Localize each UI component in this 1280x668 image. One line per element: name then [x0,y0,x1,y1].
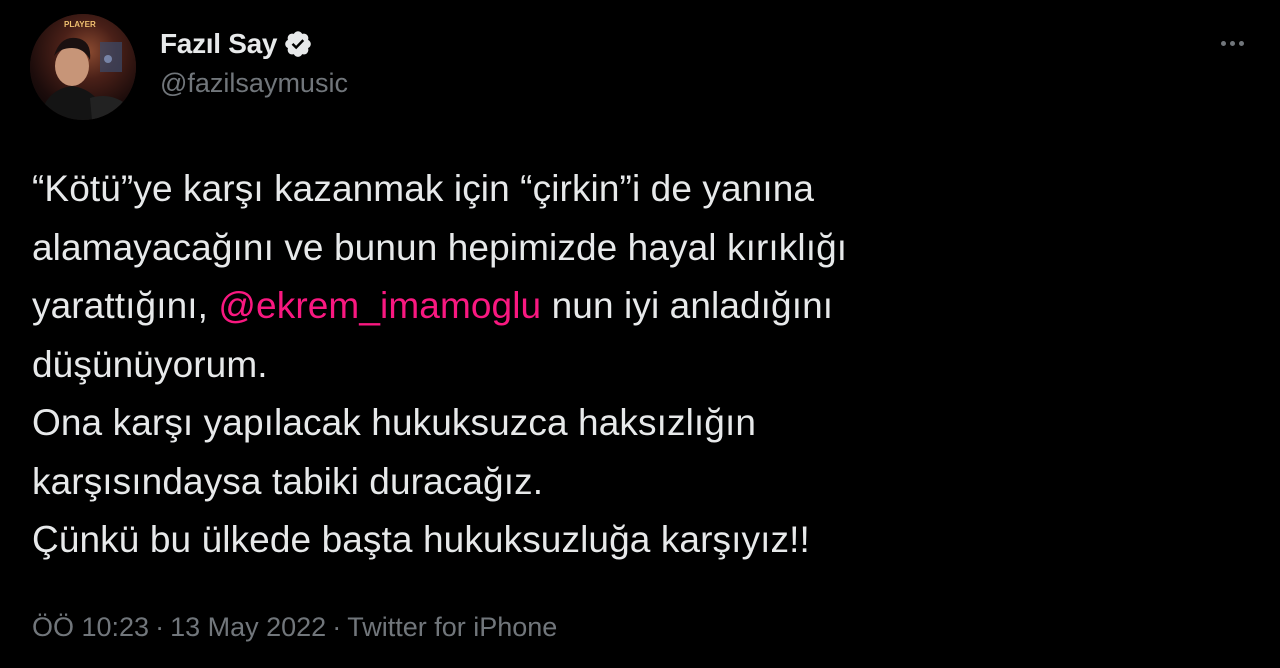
tweet-time[interactable]: ÖÖ 10:23 [32,612,149,642]
meta-separator: · [155,612,165,642]
author-name-row: Fazıl Say [160,26,313,62]
tweet-date[interactable]: 13 May 2022 [170,612,326,642]
mention-link[interactable]: @ekrem_imamoglu [218,285,541,326]
more-dot [1220,40,1226,46]
tweet-meta: ÖÖ 10:23 · 13 May 2022 · Twitter for iPhone [32,612,557,643]
tweet-text-line: “Kötü”ye karşı kazanmak için “çirkin”i d… [32,168,815,209]
author-handle[interactable]: @fazilsaymusic [160,68,348,99]
author-display-name[interactable]: Fazıl Say [160,28,277,60]
verified-badge-icon [283,29,313,59]
avatar[interactable]: PLAYER [30,14,136,120]
tweet-text-line: alamayacağını ve bunun hepimizde hayal k… [32,226,848,268]
tweet-text-line: Ona karşı yapılacak hukuksuzca haksızlığ… [32,402,757,443]
more-dot [1229,40,1235,46]
tweet-text-segment: yarattığını, [32,285,219,326]
tweet-text-line: düşünüyorum. [32,343,268,385]
avatar-sign-text: PLAYER [64,20,96,29]
more-dot [1238,40,1244,46]
tweet-text-line: Çünkü bu ülkede başta hukuksuzluğa karşı… [32,519,810,560]
tweet-text-line: yarattığını, @ekrem_imamoglu nun iyi anl… [32,277,1252,336]
tweet: PLAYER Fazıl Say @fazilsaymusic “Kötü”ye… [0,0,1280,668]
tweet-text-segment: nun iyi anladığını [541,285,834,326]
tweet-text: “Kötü”ye karşı kazanmak için “çirkin”i d… [32,160,1252,570]
avatar-photo: PLAYER [30,14,136,120]
tweet-source[interactable]: Twitter for iPhone [347,612,557,642]
more-horizontal-icon[interactable] [1212,28,1252,58]
meta-separator: · [332,612,342,642]
tweet-text-line: karşısındaysa tabiki duracağız. [32,460,544,502]
